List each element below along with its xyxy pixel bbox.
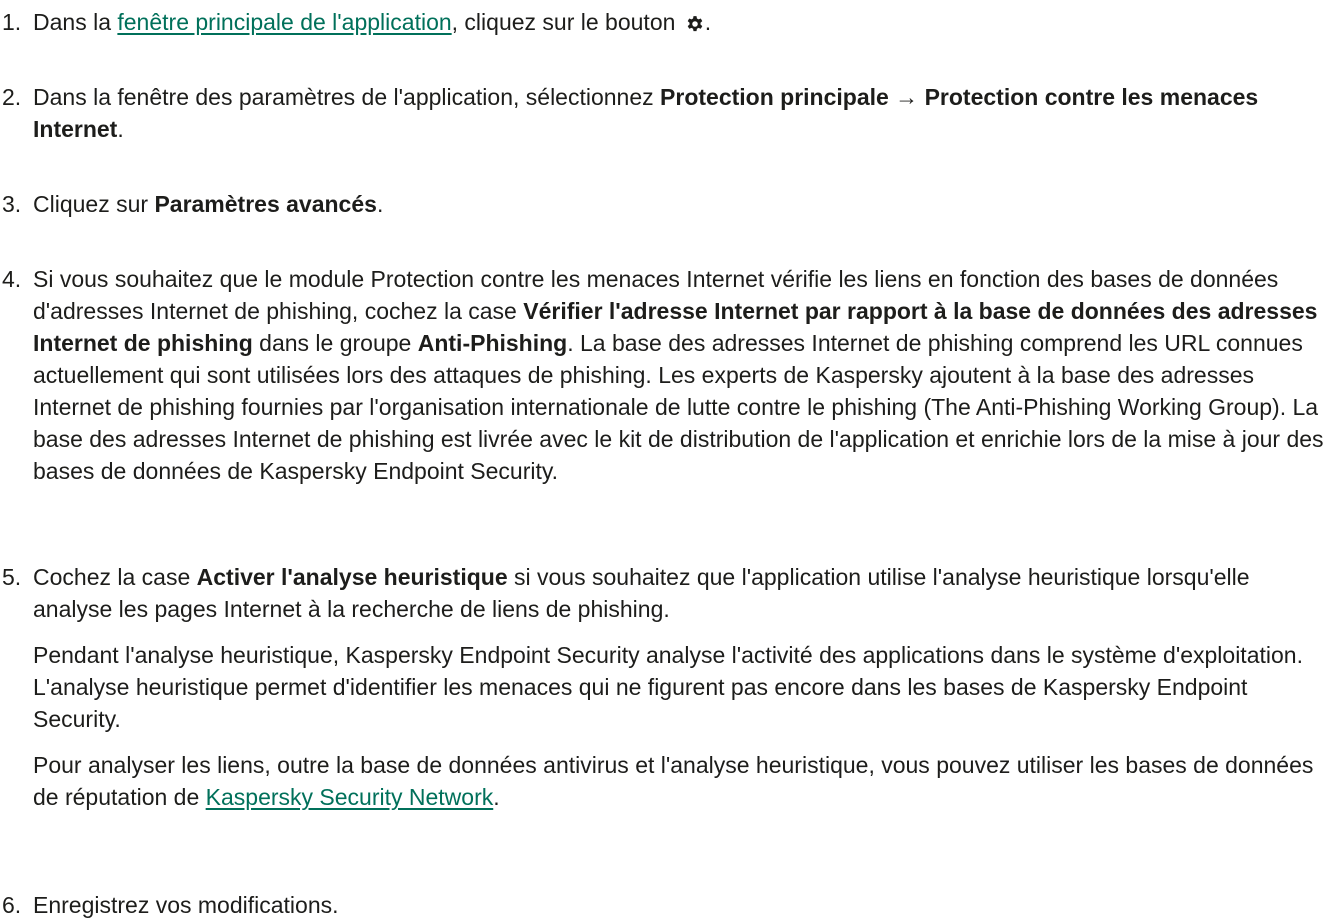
step-text: Dans la fenêtre des paramètres de l'appl… [33,81,1333,145]
anti-phishing-group: Anti-Phishing [417,330,568,356]
step-body: Enregistrez vos modifications. [33,889,1333,921]
step-paragraph: Pour analyser les liens, outre la base d… [33,749,1333,813]
step-text: Enregistrez vos modifications. [33,892,339,918]
step-5: 5. Cochez la case Activer l'analyse heur… [0,561,1336,813]
text: Dans la [33,9,118,35]
text: , cliquez sur le bouton [451,9,682,35]
advanced-settings-label: Paramètres avancés [154,191,377,217]
kaspersky-security-network-link[interactable]: Kaspersky Security Network [206,784,494,810]
text: . [117,116,124,142]
help-page: 1. Dans la fenêtre principale de l'appli… [0,0,1336,923]
text: Cochez la case [33,564,197,590]
text: Dans la fenêtre des paramètres de l'appl… [33,84,661,110]
step-paragraph: Pendant l'analyse heuristique, Kaspersky… [33,642,1303,732]
step-number: 3. [2,191,22,217]
step-body: Cochez la case Activer l'analyse heurist… [33,561,1333,813]
step-body: Cliquez sur Paramètres avancés. [33,188,1333,220]
main-window-link[interactable]: fenêtre principale de l'application [117,9,451,35]
step-2: 2. Dans la fenêtre des paramètres de l'a… [0,81,1336,145]
step-1: 1. Dans la fenêtre principale de l'appli… [0,6,1336,38]
step-3: 3. Cliquez sur Paramètres avancés. [0,188,1336,220]
step-text: Cochez la case Activer l'analyse heurist… [33,561,1333,625]
step-text: Si vous souhaitez que le module Protecti… [33,263,1333,487]
step-6: 6. Enregistrez vos modifications. [0,889,1336,921]
step-body: Dans la fenêtre principale de l'applicat… [33,6,1333,38]
text: . [493,784,500,810]
step-number: 6. [2,892,22,918]
text: . [376,191,384,217]
step-text: Cliquez sur Paramètres avancés. [33,188,1333,220]
gear-icon [686,9,704,32]
text: dans le groupe [252,330,418,356]
heuristic-analysis-option: Activer l'analyse heuristique [196,564,508,590]
step-body: Dans la fenêtre des paramètres de l'appl… [33,81,1333,145]
step-number: 5. [2,564,22,590]
step-4: 4. Si vous souhaitez que le module Prote… [0,263,1336,487]
step-number: 4. [2,266,22,292]
text: Cliquez sur [33,191,155,217]
step-number: 2. [2,84,22,110]
step-number: 1. [2,9,22,35]
text: . [704,9,712,35]
step-text: Dans la fenêtre principale de l'applicat… [33,6,1333,38]
step-body: Si vous souhaitez que le module Protecti… [33,263,1333,487]
